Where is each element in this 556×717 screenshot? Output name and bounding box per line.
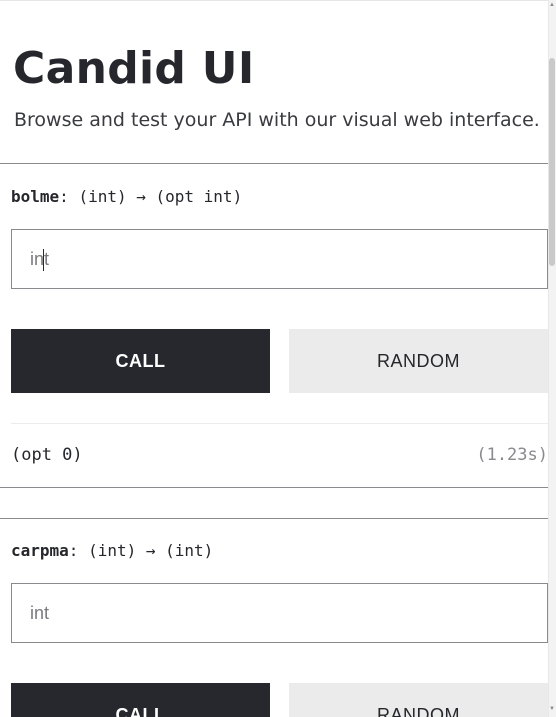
method-divider bbox=[0, 487, 548, 488]
method-name: carpma bbox=[11, 541, 69, 560]
random-button[interactable]: RANDOM bbox=[289, 683, 548, 717]
method-name: bolme bbox=[11, 187, 60, 206]
scroll-down-icon[interactable]: ▼ bbox=[549, 706, 555, 712]
argument-input-field[interactable] bbox=[11, 583, 548, 643]
scroll-up-icon[interactable]: ▲ bbox=[549, 2, 555, 8]
method-type: : (int) → (opt int) bbox=[59, 187, 243, 206]
result-duration: (1.23s) bbox=[476, 445, 548, 465]
vertical-scrollbar[interactable]: ▲ ▼ bbox=[548, 0, 556, 717]
text-caret bbox=[43, 249, 44, 271]
scrollbar-thumb[interactable] bbox=[549, 58, 555, 266]
argument-input-field[interactable] bbox=[11, 229, 548, 289]
result-divider bbox=[11, 423, 548, 424]
candid-ui-page: Candid UI Browse and test your API with … bbox=[0, 0, 548, 717]
method-signature: bolme: (int) → (opt int) bbox=[11, 187, 242, 206]
page-title: Candid UI bbox=[13, 43, 255, 94]
method-type: : (int) → (int) bbox=[68, 541, 214, 560]
int-input[interactable] bbox=[12, 230, 547, 288]
int-input[interactable] bbox=[12, 584, 547, 642]
random-button[interactable]: RANDOM bbox=[289, 329, 548, 393]
method-signature: carpma: (int) → (int) bbox=[11, 541, 213, 560]
method-divider bbox=[0, 518, 548, 519]
call-button[interactable]: CALL bbox=[11, 329, 270, 393]
page-subtitle: Browse and test your API with our visual… bbox=[14, 109, 540, 131]
result-value: (opt 0) bbox=[11, 445, 83, 465]
call-button[interactable]: CALL bbox=[11, 683, 270, 717]
section-divider bbox=[0, 163, 548, 164]
